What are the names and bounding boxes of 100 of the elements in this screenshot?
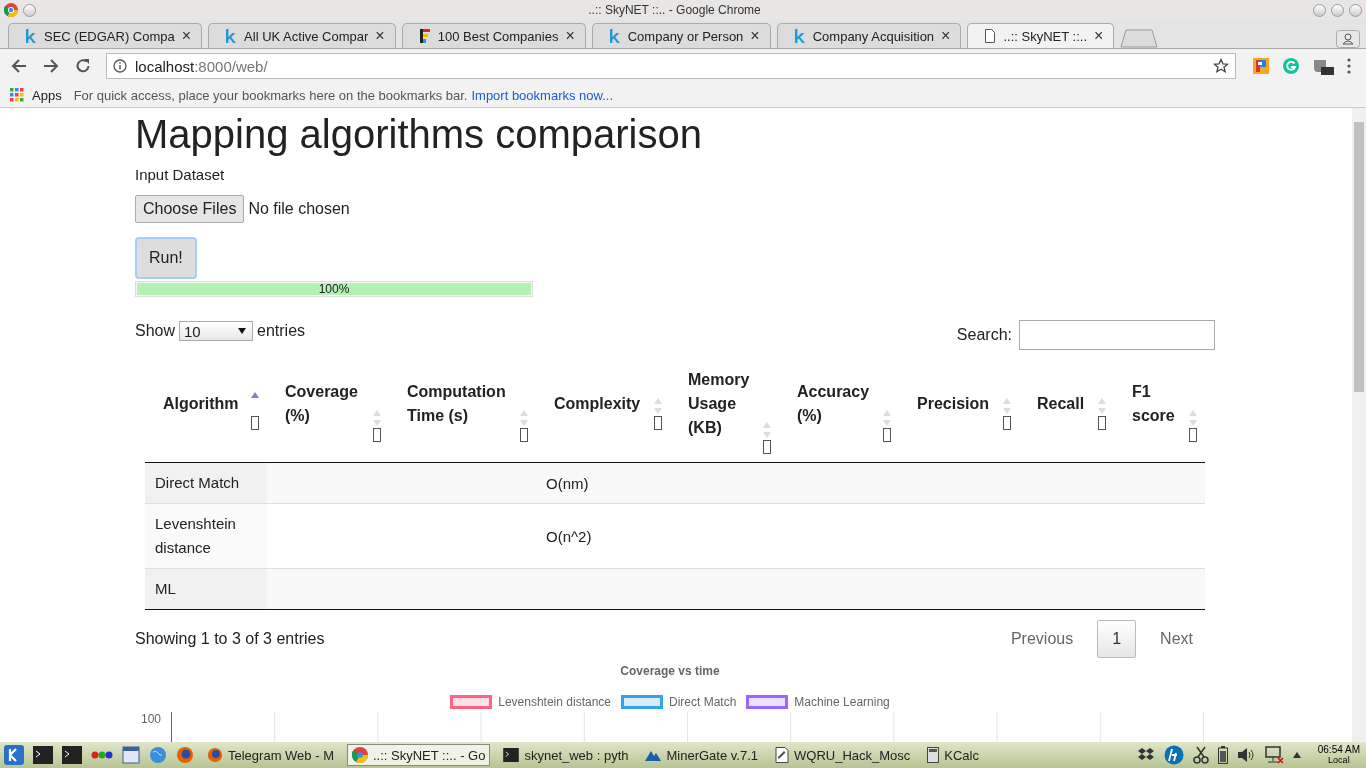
taskbar-item[interactable]: Telegram Web - M: [203, 744, 338, 766]
battery-icon[interactable]: [1217, 746, 1228, 764]
import-bookmarks-link[interactable]: Import bookmarks now...: [471, 87, 614, 103]
document-icon: [775, 747, 789, 763]
k-letter-icon: [793, 29, 806, 43]
apps-grid-icon[interactable]: [10, 88, 24, 102]
browser-tab[interactable]: Company Acquisition ×: [776, 23, 962, 48]
chrome-icon: [351, 747, 368, 763]
missing-glyph-icon: [1098, 416, 1106, 430]
back-icon[interactable]: [10, 57, 28, 75]
dropbox-icon[interactable]: [1136, 747, 1155, 763]
taskbar-item[interactable]: MinerGate v.7.1: [641, 744, 762, 766]
sort-icon: [1098, 398, 1106, 414]
calendar-icon[interactable]: [122, 746, 140, 764]
sort-icon: [520, 410, 528, 426]
search-field[interactable]: [1019, 320, 1215, 350]
sort-icon: [883, 410, 891, 426]
show-label: Show: [135, 322, 176, 340]
k-letter-icon: [608, 29, 621, 43]
column-header[interactable]: Memory Usage (KB): [670, 364, 779, 463]
missing-glyph-icon: [1189, 428, 1197, 442]
menu-icon[interactable]: [1346, 57, 1352, 75]
calculator-icon: [927, 747, 940, 763]
firefox-icon[interactable]: [176, 746, 194, 764]
missing-glyph-icon: [1003, 416, 1011, 430]
network-icon[interactable]: [1263, 746, 1284, 764]
bookmarks-hint: For quick access, place your bookmarks here on the bookmarks bar.: [73, 87, 468, 103]
sort-ascending-icon: [251, 392, 259, 398]
table-cell: Direct Match: [145, 462, 267, 504]
column-header[interactable]: Algorithm: [145, 364, 267, 463]
k-letter-icon: [25, 29, 37, 43]
column-header[interactable]: Accuracy (%): [779, 364, 899, 463]
close-tab-button[interactable]: ×: [941, 28, 951, 44]
close-tab-button[interactable]: ×: [750, 28, 760, 44]
column-header[interactable]: Complexity: [536, 364, 670, 463]
globe-icon[interactable]: [149, 746, 167, 764]
missing-glyph-icon: [373, 428, 381, 442]
legend-label: Levenshtein distance: [498, 695, 611, 709]
address-bar[interactable]: localhost:8000/web/: [106, 53, 1236, 79]
start-menu-icon[interactable]: [4, 745, 24, 765]
dots-icon[interactable]: [91, 750, 113, 760]
table-cell: O(nm): [546, 474, 589, 492]
missing-glyph-icon: [654, 416, 662, 430]
extension-icon[interactable]: [1252, 57, 1270, 75]
sort-icon: [654, 398, 662, 414]
volume-icon[interactable]: [1236, 747, 1255, 763]
sort-icon: [763, 422, 771, 438]
profile-button[interactable]: [1336, 30, 1360, 48]
column-header[interactable]: Recall: [1019, 364, 1114, 463]
missing-glyph-icon: [251, 416, 259, 430]
previous-button[interactable]: Previous: [998, 620, 1086, 658]
close-tab-button[interactable]: ×: [375, 28, 385, 44]
entries-select[interactable]: 10: [179, 321, 254, 341]
column-header[interactable]: Precision: [899, 364, 1019, 463]
entries-label: entries: [257, 322, 306, 340]
taskbar-item[interactable]: skynet_web : pyth: [499, 744, 633, 766]
browser-tab[interactable]: 100 Best Companies ×: [401, 23, 586, 48]
apps-link[interactable]: Apps: [32, 87, 62, 103]
choose-files-button[interactable]: Choose Files: [135, 195, 245, 223]
dropdown-arrow-icon: [238, 328, 247, 334]
next-button[interactable]: Next: [1148, 620, 1205, 658]
close-tab-button[interactable]: ×: [1094, 28, 1104, 44]
taskbar-item[interactable]: KCalc: [923, 744, 983, 766]
show-hidden-icon[interactable]: [1292, 752, 1301, 758]
terminal-icon[interactable]: [33, 746, 53, 764]
k-letter-icon: [225, 29, 238, 43]
column-header[interactable]: Computation Time (s): [389, 364, 536, 463]
column-header[interactable]: Coverage (%): [267, 364, 389, 463]
chart-title: Coverage vs time: [619, 664, 721, 678]
legend-label: Direct Match: [669, 695, 737, 709]
close-tab-button[interactable]: ×: [181, 28, 192, 44]
f-letter-icon: [418, 29, 431, 43]
column-header[interactable]: F1 score: [1114, 364, 1205, 463]
browser-tab[interactable]: ..:: SkyNET ::.. ×: [967, 23, 1115, 48]
run-button[interactable]: Run!: [135, 237, 197, 279]
browser-tab[interactable]: All UK Active Compar ×: [208, 23, 396, 48]
terminal-icon: [503, 748, 520, 762]
page-button[interactable]: 1: [1097, 620, 1137, 658]
legend-label: Machine Learning: [794, 695, 890, 709]
clock-time[interactable]: 06:54 AM: [1317, 744, 1360, 755]
missing-glyph-icon: [763, 440, 771, 454]
bookmark-star-icon[interactable]: [1213, 58, 1229, 74]
scissors-icon[interactable]: [1192, 746, 1209, 764]
table-cell: Levenshtein distance: [145, 503, 267, 569]
scrollbar[interactable]: [1352, 108, 1366, 742]
browser-tab[interactable]: Company or Person ×: [591, 23, 771, 48]
hp-logo-icon[interactable]: [1163, 745, 1184, 765]
taskbar-item[interactable]: WQRU_Hack_Mosc: [771, 744, 915, 766]
close-tab-button[interactable]: ×: [565, 28, 575, 44]
missing-glyph-icon: [883, 428, 891, 442]
firefox-icon: [207, 747, 223, 763]
clock-zone: Local: [1328, 755, 1350, 766]
chrome-icon: [4, 3, 18, 17]
mountain-icon: [645, 749, 662, 761]
terminal-icon[interactable]: [62, 746, 82, 764]
forward-icon[interactable]: [42, 57, 60, 75]
missing-glyph-icon: [520, 428, 528, 442]
reload-icon[interactable]: [74, 57, 92, 75]
taskbar-item[interactable]: ..:: SkyNET ::.. - Go: [346, 744, 491, 766]
browser-tab[interactable]: SEC (EDGAR) Compa ×: [8, 23, 203, 48]
